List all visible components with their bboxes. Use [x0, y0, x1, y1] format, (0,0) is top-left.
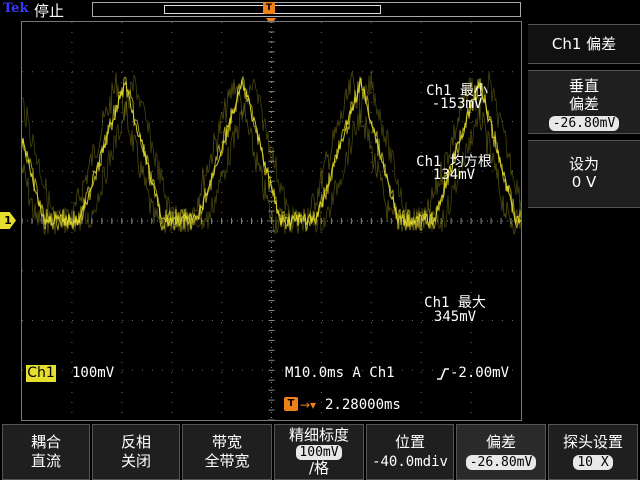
- ch1-ground-marker[interactable]: 1: [0, 212, 16, 229]
- measurement-rms-value: 134mV: [432, 167, 476, 183]
- status-bar: Tek 停止 T: [0, 0, 640, 20]
- position-value: -40.0mdiv: [372, 454, 448, 470]
- invert-value: 关闭: [120, 452, 151, 470]
- brand-logo: Tek: [3, 1, 29, 16]
- probe-setup-value: 10 X: [573, 455, 613, 470]
- position-label: 位置: [394, 433, 425, 451]
- rising-edge-icon: [437, 368, 449, 380]
- trigger-position-icon: T: [263, 2, 275, 14]
- bandwidth-button[interactable]: 带宽 全带宽: [182, 424, 272, 480]
- trigger-delay-icon: T: [284, 397, 298, 411]
- arrow-right-icon: →▾: [300, 398, 317, 412]
- bandwidth-value: 全带宽: [204, 452, 250, 470]
- record-window: T: [92, 2, 521, 17]
- trigger-delay: 2.28000ms: [325, 397, 401, 413]
- measurement-min-value: -153mV: [431, 96, 483, 112]
- coupling-label: 耦合: [30, 433, 61, 451]
- fine-scale-button[interactable]: 精细标度 100mV /格: [274, 424, 364, 480]
- timebase-readout: M10.0ms A Ch1: [285, 365, 395, 381]
- bandwidth-label: 带宽: [211, 433, 242, 451]
- ch1-tag: Ch1: [26, 365, 56, 382]
- side-menu-title: Ch1 偏差: [528, 24, 640, 64]
- set-to-value: 0 V: [571, 173, 597, 191]
- fine-scale-label: 精细标度: [288, 426, 349, 444]
- offset-value: -26.80mV: [548, 116, 620, 131]
- invert-button[interactable]: 反相 关闭: [92, 424, 180, 480]
- set-to-label: 设为: [568, 155, 599, 173]
- offset-label-2: 偏差: [568, 95, 599, 113]
- fine-scale-value: 100mV: [296, 445, 342, 460]
- run-state: 停止: [34, 2, 65, 20]
- coupling-button[interactable]: 耦合 直流: [2, 424, 90, 480]
- trigger-level: -2.00mV: [450, 365, 510, 381]
- offset-label-1: 垂直: [568, 77, 599, 95]
- vertical-offset-button[interactable]: 垂直 偏差 -26.80mV: [528, 70, 640, 134]
- probe-setup-button[interactable]: 探头设置 10 X: [548, 424, 638, 480]
- position-button[interactable]: 位置 -40.0mdiv: [366, 424, 454, 480]
- probe-setup-label: 探头设置: [562, 433, 623, 451]
- offset-menu-label: 偏差: [485, 433, 516, 451]
- coupling-value: 直流: [30, 452, 61, 470]
- fine-scale-unit: /格: [308, 459, 330, 477]
- offset-button[interactable]: 偏差 -26.80mV: [456, 424, 546, 480]
- offset-menu-value: -26.80mV: [465, 455, 537, 470]
- invert-label: 反相: [120, 433, 151, 451]
- measurement-max-value: 345mV: [433, 309, 477, 325]
- vertical-scale: 100mV: [72, 365, 115, 381]
- set-to-zero-button[interactable]: 设为 0 V: [528, 140, 640, 208]
